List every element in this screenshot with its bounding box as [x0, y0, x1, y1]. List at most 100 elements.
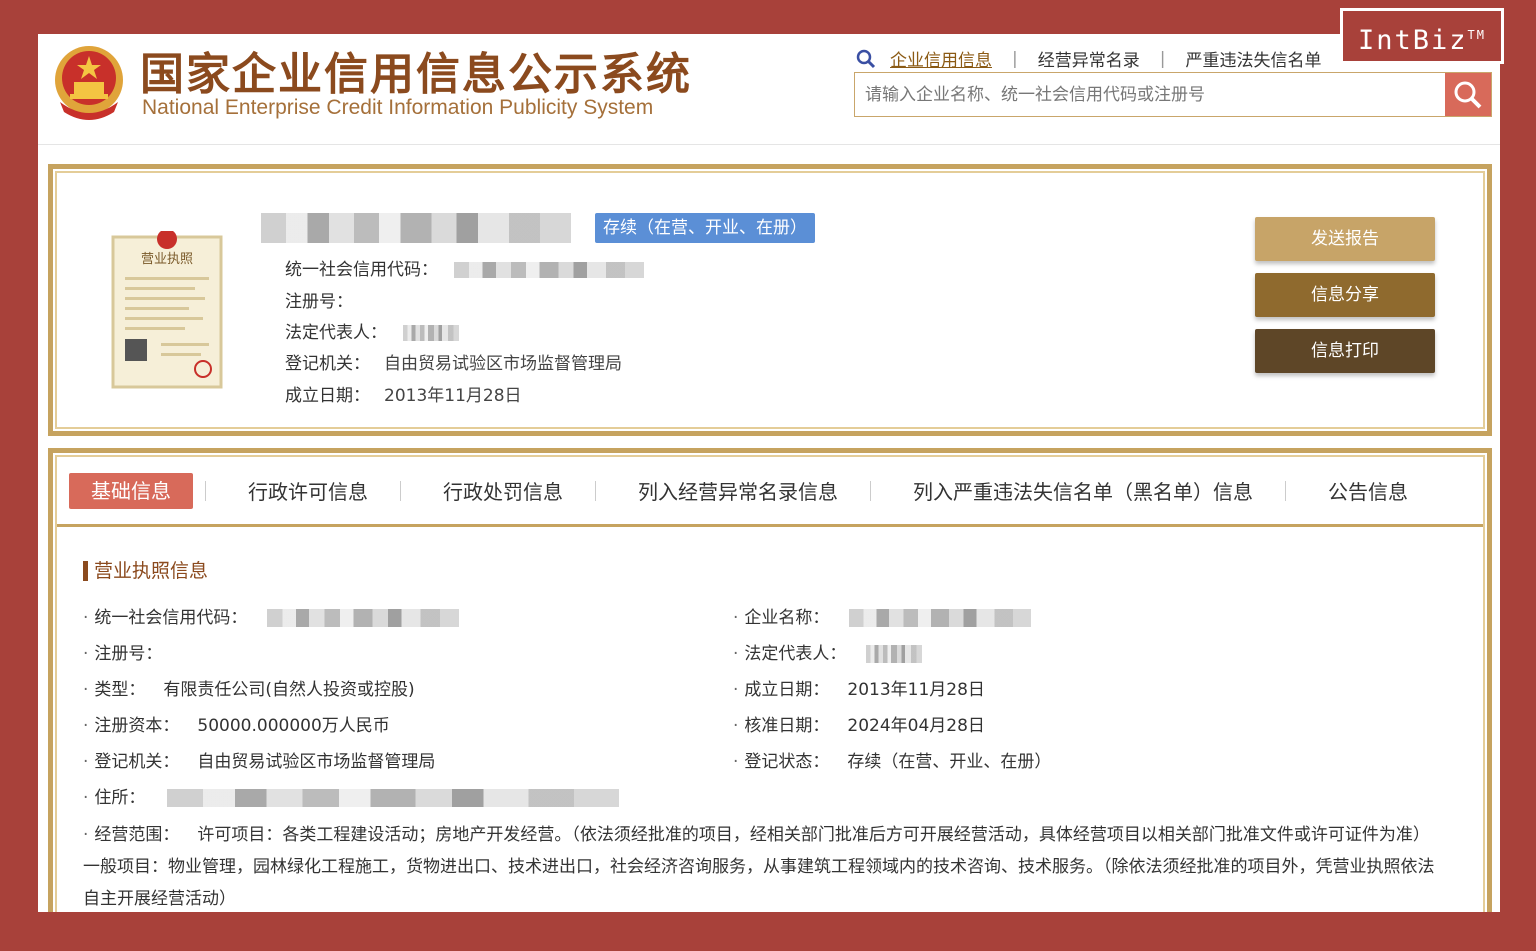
nav-separator: |	[1012, 48, 1018, 69]
info-label: 类型：	[94, 680, 146, 700]
business-scope: · 经营范围： 许可项目：各类工程建设活动；房地产开发经营。（依法须经批准的项目，经…	[83, 819, 1443, 912]
scope-value: 许可项目：各类工程建设活动；房地产开发经营。（依法须经批准的项目，经相关部门批准…	[83, 825, 1435, 909]
info-value: 有限责任公司(自然人投资或控股)	[163, 680, 415, 700]
info-label: 登记机关：	[94, 752, 180, 772]
search-button[interactable]	[1445, 73, 1491, 116]
info-row-uscc: · 统一社会信用代码：	[83, 603, 460, 628]
info-row-address: · 住所：	[83, 783, 620, 808]
nav-enterprise-credit[interactable]: 企业信用信息	[890, 46, 992, 71]
header-divider	[38, 144, 1500, 145]
top-nav: 企业信用信息 | 经营异常名录 | 严重违法失信名单	[856, 46, 1321, 71]
info-label: 注册号：	[94, 644, 163, 664]
send-report-button[interactable]: 发送报告	[1255, 217, 1435, 261]
info-row-company-name: · 企业名称：	[733, 603, 1032, 628]
card-founded-label: 成立日期：	[285, 386, 370, 406]
info-row-type: · 类型： 有限责任公司(自然人投资或控股)	[83, 675, 415, 700]
info-label: 核准日期：	[744, 716, 830, 736]
tab-basic-info[interactable]: 基础信息	[69, 472, 193, 509]
legal-rep-redacted	[866, 645, 923, 663]
license-title-text: 营业执照	[141, 252, 193, 267]
info-label: 企业名称：	[744, 608, 830, 628]
bottom-frame	[0, 912, 1536, 951]
status-badge: 存续（在营、开业、在册）	[595, 213, 815, 243]
card-authority: 登记机关： 自由贸易试验区市场监督管理局	[285, 349, 622, 374]
info-label: 住所：	[94, 788, 146, 808]
info-row-founded: · 成立日期： 2013年11月28日	[733, 675, 985, 700]
info-value: 存续（在营、开业、在册）	[847, 752, 1052, 772]
card-legal-rep: 法定代表人：	[285, 318, 459, 343]
bullet: ·	[83, 788, 89, 808]
company-name-redacted	[261, 213, 571, 243]
site-title-en: National Enterprise Credit Information P…	[142, 96, 654, 119]
search-icon	[1454, 81, 1482, 108]
intbiz-watermark: IntBizTM	[1340, 8, 1504, 64]
search-icon	[856, 49, 876, 68]
tab-separator	[205, 480, 206, 501]
card-founded-value: 2013年11月28日	[384, 386, 522, 406]
print-info-button[interactable]: 信息打印	[1255, 329, 1435, 373]
page: 国家企业信用信息公示系统 National Enterprise Credit …	[38, 34, 1500, 912]
tab-announcements[interactable]: 公告信息	[1318, 476, 1418, 505]
card-legal-rep-label: 法定代表人：	[285, 323, 387, 343]
share-info-button[interactable]: 信息分享	[1255, 273, 1435, 317]
info-row-approved: · 核准日期： 2024年04月28日	[733, 711, 985, 736]
card-uscc: 统一社会信用代码：	[285, 255, 644, 280]
tab-separator	[1285, 480, 1286, 501]
tab-separator	[595, 480, 596, 501]
card-uscc-redacted	[454, 262, 644, 278]
tab-separator	[870, 480, 871, 501]
tab-abnormal-list[interactable]: 列入经营异常名录信息	[628, 476, 848, 505]
bullet: ·	[83, 680, 89, 700]
business-license-image: 营业执照	[111, 231, 223, 389]
national-emblem-icon	[55, 46, 123, 120]
card-authority-label: 登记机关：	[285, 354, 370, 374]
watermark-tm: TM	[1467, 28, 1486, 42]
info-label: 统一社会信用代码：	[94, 608, 248, 628]
info-value: 50000.000000万人民币	[197, 716, 390, 736]
info-label: 注册资本：	[94, 716, 180, 736]
info-label: 登记状态：	[744, 752, 830, 772]
info-panel: 基础信息 行政许可信息 行政处罚信息 列入经营异常名录信息 列入严重违法失信名单…	[48, 448, 1492, 912]
bullet: ·	[83, 608, 89, 628]
search-bar	[854, 72, 1492, 117]
info-row-capital: · 注册资本： 50000.000000万人民币	[83, 711, 390, 736]
address-redacted	[167, 789, 620, 807]
nav-abnormal-list[interactable]: 经营异常名录	[1038, 46, 1140, 71]
tab-admin-penalty[interactable]: 行政处罚信息	[433, 476, 573, 505]
company-name-redacted	[849, 609, 1032, 627]
tab-admin-license[interactable]: 行政许可信息	[238, 476, 378, 505]
tab-blacklist[interactable]: 列入严重违法失信名单（黑名单）信息	[903, 476, 1263, 505]
site-title-cn: 国家企业信用信息公示系统	[140, 49, 692, 100]
company-card: 营业执照 存续（在营、开业、在册） 统一社会信用代码： 注册号： 法定代表人： …	[48, 164, 1492, 436]
card-uscc-label: 统一社会信用代码：	[285, 260, 438, 280]
scope-label: 经营范围：	[94, 825, 180, 845]
info-value: 2013年11月28日	[847, 680, 985, 700]
bullet: ·	[83, 644, 89, 664]
bullet: ·	[733, 752, 739, 772]
tab-bar: 基础信息 行政许可信息 行政处罚信息 列入经营异常名录信息 列入严重违法失信名单…	[57, 457, 1483, 527]
bullet: ·	[733, 608, 739, 628]
bullet: ·	[733, 716, 739, 736]
section-title: 营业执照信息	[83, 561, 208, 581]
info-value: 2024年04月28日	[847, 716, 985, 736]
info-label: 法定代表人：	[744, 644, 847, 664]
card-reg-no-label: 注册号：	[285, 292, 353, 312]
card-legal-rep-redacted	[403, 325, 459, 341]
tab-separator	[400, 480, 401, 501]
card-authority-value: 自由贸易试验区市场监督管理局	[384, 354, 622, 374]
bullet: ·	[83, 752, 89, 772]
watermark-text: IntBiz	[1358, 25, 1468, 56]
info-value: 自由贸易试验区市场监督管理局	[197, 752, 436, 772]
uscc-redacted	[267, 609, 460, 627]
bullet: ·	[733, 644, 739, 664]
info-row-authority: · 登记机关： 自由贸易试验区市场监督管理局	[83, 747, 435, 772]
info-row-reg-no: · 注册号：	[83, 639, 162, 664]
card-reg-no: 注册号：	[285, 287, 353, 312]
nav-blacklist[interactable]: 严重违法失信名单	[1185, 46, 1321, 71]
bullet: ·	[733, 680, 739, 700]
info-label: 成立日期：	[744, 680, 830, 700]
bullet: ·	[83, 825, 89, 845]
info-row-legal-rep: · 法定代表人：	[733, 639, 923, 664]
search-input[interactable]	[855, 73, 1445, 116]
bullet: ·	[83, 716, 89, 736]
